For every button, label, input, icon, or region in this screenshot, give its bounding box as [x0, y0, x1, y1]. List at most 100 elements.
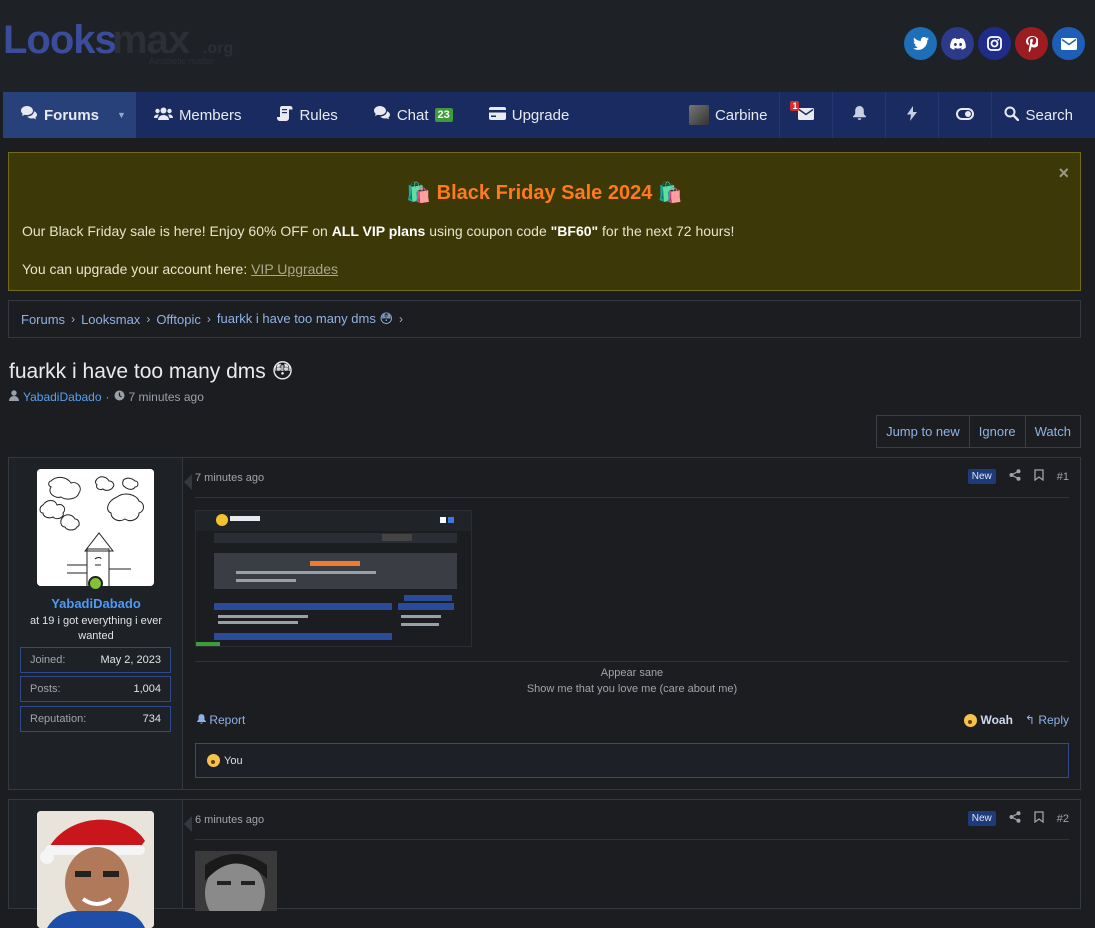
notice-line-2: You can upgrade your account here: VIP U…	[22, 261, 338, 277]
post-time[interactable]: 6 minutes ago	[195, 814, 264, 826]
post-main: 6 minutes ago New #2	[195, 800, 1069, 908]
reaction-button[interactable]: Woah	[964, 713, 1013, 727]
stat-label: Reputation:	[30, 713, 86, 725]
embedded-screenshot[interactable]	[195, 510, 472, 647]
woah-emoji-icon	[964, 714, 977, 727]
search-button[interactable]: Search	[991, 92, 1095, 138]
stat-posts: Posts: 1,004	[20, 676, 171, 702]
avatar[interactable]	[37, 811, 154, 928]
watch-button[interactable]: Watch	[1025, 416, 1080, 447]
thread-time[interactable]: 7 minutes ago	[129, 390, 204, 404]
ignore-button[interactable]: Ignore	[969, 416, 1025, 447]
divider	[195, 497, 1069, 498]
whats-new-button[interactable]	[885, 92, 938, 138]
chevron-down-icon[interactable]: ▼	[117, 110, 126, 120]
share-icon[interactable]	[1009, 811, 1021, 826]
chat-icon	[374, 106, 391, 124]
post-main: 7 minutes ago New #1	[195, 458, 1069, 789]
reactions-bar[interactable]: You	[195, 743, 1069, 778]
new-badge: New	[968, 811, 996, 826]
search-icon	[1004, 106, 1019, 125]
user-icon	[9, 390, 19, 404]
notice-text: using coupon code	[425, 223, 550, 239]
nav-forums[interactable]: Forums ▼	[3, 92, 136, 138]
nav-user-area: Carbine 1 Search	[677, 92, 1095, 138]
divider	[195, 839, 1069, 840]
scroll-icon	[277, 106, 293, 125]
nav-rules-label: Rules	[299, 107, 337, 124]
inbox-button[interactable]: 1	[779, 92, 832, 138]
post-footer-actions: Woah ↰ Reply	[964, 713, 1069, 727]
site-header: Looks max .org Aesthetic matter	[0, 0, 1095, 92]
nav-rules[interactable]: Rules	[259, 92, 355, 138]
logo-part1: Looks	[3, 18, 116, 63]
reacted-by[interactable]: You	[224, 755, 243, 767]
users-icon	[154, 107, 173, 124]
notice-title-text: Black Friday Sale 2024	[437, 182, 653, 204]
nav-members[interactable]: Members	[136, 92, 260, 138]
user-title: at 19 i got everything i ever wanted	[19, 614, 173, 644]
post-number[interactable]: #2	[1057, 813, 1069, 825]
bookmark-icon[interactable]	[1034, 811, 1044, 826]
notice-text: You can upgrade your account here:	[22, 261, 251, 277]
envelope-icon: 1	[792, 107, 820, 124]
stat-reputation: Reputation: 734	[20, 706, 171, 732]
breadcrumb: Forums › Looksmax › Offtopic › fuarkk i …	[8, 300, 1081, 338]
share-icon[interactable]	[1009, 469, 1021, 484]
separator: ·	[106, 390, 110, 404]
email-icon[interactable]	[1052, 27, 1085, 60]
bookmark-icon[interactable]	[1034, 469, 1044, 484]
breadcrumb-forums[interactable]: Forums	[21, 312, 65, 327]
post-username[interactable]: YabadiDabado	[9, 596, 183, 611]
nav-upgrade[interactable]: Upgrade	[471, 92, 588, 138]
account-menu[interactable]: Carbine	[677, 92, 780, 138]
avatar[interactable]	[37, 469, 154, 586]
post-header-actions: New #2	[968, 811, 1069, 826]
notice-title: 🛍️ Black Friday Sale 2024 🛍️	[9, 180, 1080, 205]
stat-label: Posts:	[30, 683, 61, 695]
post-user-panel	[9, 800, 183, 908]
logo-tagline: Aesthetic matter	[149, 56, 214, 66]
comments-icon	[21, 106, 38, 124]
nav-members-label: Members	[179, 107, 242, 124]
vip-upgrades-link[interactable]: VIP Upgrades	[251, 261, 338, 277]
post: YabadiDabado at 19 i got everything i ev…	[8, 457, 1081, 790]
breadcrumb-offtopic[interactable]: Offtopic	[156, 312, 201, 327]
stat-value: May 2, 2023	[100, 654, 161, 666]
social-links	[904, 27, 1085, 60]
post-arrow	[184, 474, 192, 490]
discord-icon[interactable]	[941, 27, 974, 60]
pinterest-icon[interactable]	[1015, 27, 1048, 60]
breadcrumb-looksmax[interactable]: Looksmax	[81, 312, 140, 327]
thread-author[interactable]: YabadiDabado	[23, 390, 102, 404]
toggle-button[interactable]	[938, 92, 991, 138]
post-number[interactable]: #1	[1057, 471, 1069, 483]
nav-chat[interactable]: Chat 23	[356, 92, 471, 138]
online-status-icon	[88, 576, 103, 591]
post-time[interactable]: 7 minutes ago	[195, 472, 264, 484]
alerts-button[interactable]	[832, 92, 885, 138]
reply-icon: ↰	[1025, 713, 1035, 727]
coupon-code: "BF60"	[551, 223, 599, 239]
chevron-right-icon: ›	[207, 312, 211, 326]
page-title: fuarkk i have too many dms 😳	[9, 359, 294, 384]
nav-forums-label: Forums	[44, 107, 99, 124]
instagram-icon[interactable]	[978, 27, 1011, 60]
jump-to-new-button[interactable]: Jump to new	[877, 416, 969, 447]
twitter-icon[interactable]	[904, 27, 937, 60]
nav-upgrade-label: Upgrade	[512, 107, 570, 124]
report-button[interactable]: Report	[197, 713, 245, 727]
divider	[195, 661, 1069, 662]
notice-text: for the next 72 hours!	[598, 223, 734, 239]
inbox-count-badge: 1	[790, 101, 799, 111]
reply-button[interactable]: ↰ Reply	[1025, 713, 1069, 727]
chevron-right-icon: ›	[399, 312, 403, 326]
chevron-right-icon: ›	[71, 312, 75, 326]
breadcrumb-thread[interactable]: fuarkk i have too many dms 😳	[217, 311, 393, 327]
post: 6 minutes ago New #2	[8, 799, 1081, 909]
account-username: Carbine	[715, 107, 768, 124]
embedded-image[interactable]	[195, 851, 277, 911]
notice-emphasis: ALL VIP plans	[332, 223, 426, 239]
stat-value: 1,004	[133, 683, 161, 695]
site-logo[interactable]: Looks max .org Aesthetic matter	[3, 14, 263, 74]
